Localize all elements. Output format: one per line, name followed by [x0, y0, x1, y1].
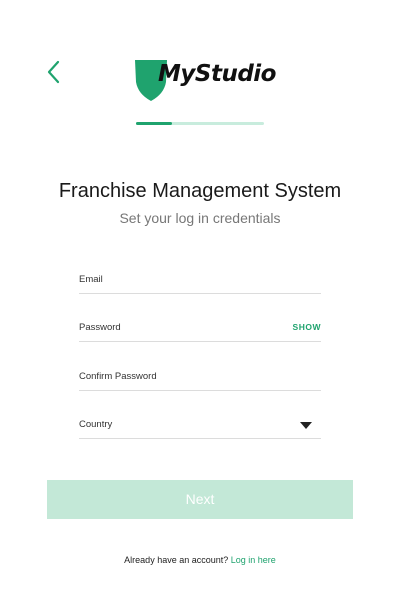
confirm-password-label: Confirm Password — [79, 371, 157, 382]
email-field[interactable]: Email — [79, 269, 321, 294]
email-label: Email — [79, 274, 103, 285]
password-field[interactable]: Password SHOW — [79, 317, 321, 342]
caret-down-icon[interactable] — [300, 422, 312, 429]
login-link[interactable]: Log in here — [231, 555, 276, 565]
logo-text: MyStudio — [158, 61, 276, 87]
progress-fill — [136, 122, 172, 125]
page-title: Franchise Management System — [58, 180, 342, 202]
confirm-password-field[interactable]: Confirm Password — [79, 366, 321, 391]
country-label: Country — [79, 419, 113, 430]
back-button[interactable] — [44, 58, 68, 86]
page-subtitle: Set your log in credentials — [119, 210, 281, 226]
progress-bar — [136, 122, 264, 125]
footer-text: Already have an account? Log in here — [0, 555, 400, 565]
footer-prompt: Already have an account? — [124, 555, 229, 565]
next-button[interactable]: Next — [47, 480, 353, 519]
logo: MyStudio — [134, 58, 276, 104]
show-password-button[interactable]: SHOW — [293, 322, 321, 332]
chevron-left-icon — [47, 60, 60, 84]
password-label: Password — [79, 322, 121, 333]
country-select[interactable]: Country — [79, 414, 321, 439]
